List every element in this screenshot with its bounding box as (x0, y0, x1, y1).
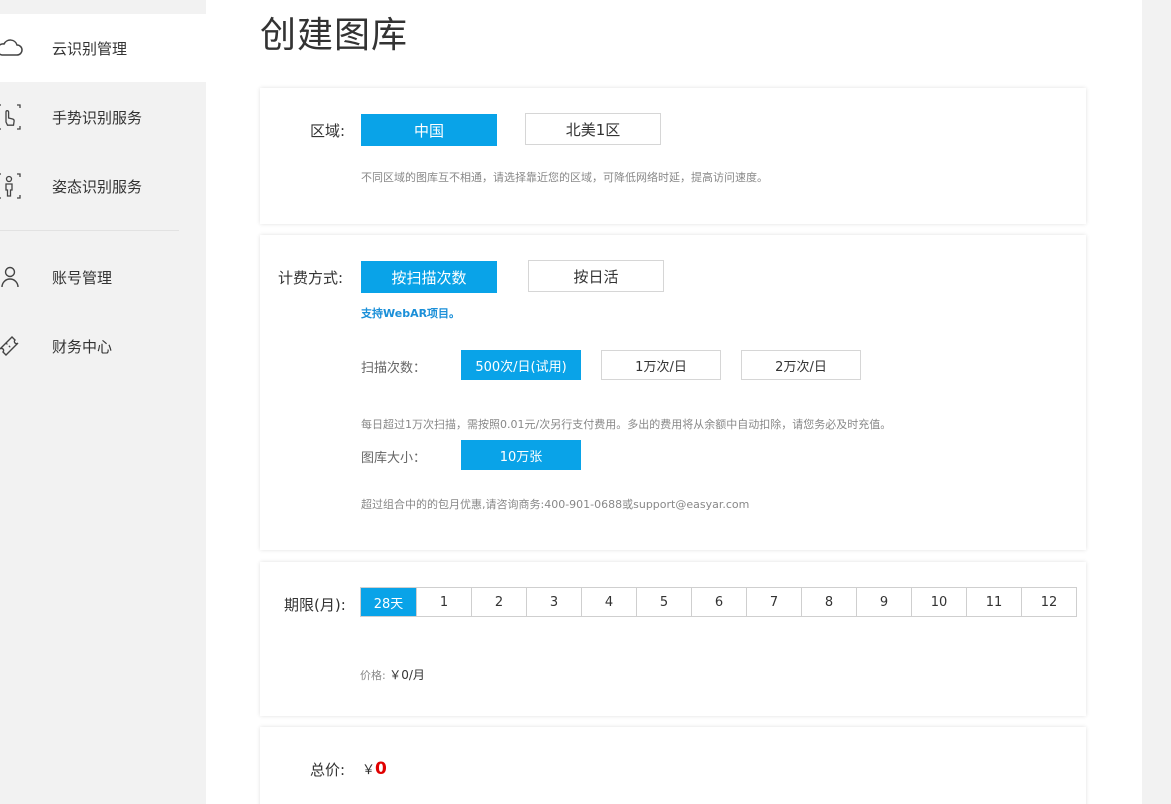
total-currency: ￥ (362, 763, 376, 778)
scan-option-500[interactable]: 500次/日(试用) (461, 350, 581, 380)
period-card: 期限(月): 28天 1 2 3 4 5 6 7 8 9 10 11 12 价格… (260, 562, 1086, 716)
price: 价格: ￥0/月 (360, 666, 425, 683)
period-label: 期限(月): (284, 596, 346, 614)
sidebar-item-gesture[interactable]: 手势识别服务 (0, 83, 206, 151)
webar-hint: 支持WebAR项目。 (361, 307, 461, 320)
period-option[interactable]: 2 (471, 588, 526, 616)
main-content: 创建图库 区域: 中国 北美1区 不同区域的图库互不相通，请选择靠近您的区域，可… (206, 0, 1142, 804)
sidebar-item-pose[interactable]: 姿态识别服务 (0, 152, 206, 220)
region-option-china[interactable]: 中国 (361, 114, 497, 146)
billing-option-scan[interactable]: 按扫描次数 (361, 261, 497, 293)
period-option[interactable]: 5 (636, 588, 691, 616)
region-label: 区域: (310, 122, 346, 140)
gallery-size-option[interactable]: 10万张 (461, 440, 581, 470)
region-option-na1[interactable]: 北美1区 (525, 113, 661, 145)
sidebar-divider (0, 230, 179, 231)
total-card: 总价: ￥0 (260, 727, 1086, 804)
period-option[interactable]: 6 (691, 588, 746, 616)
scan-hint: 每日超过1万次扫描，需按照0.01元/次另行支付费用。多出的费用将从余额中自动扣… (361, 418, 892, 431)
period-option[interactable]: 4 (581, 588, 636, 616)
scan-option-20k[interactable]: 2万次/日 (741, 350, 861, 380)
period-option[interactable]: 9 (856, 588, 911, 616)
gallery-size-label: 图库大小： (361, 451, 427, 466)
period-option[interactable]: 12 (1021, 588, 1076, 616)
sidebar-item-label: 手势识别服务 (52, 108, 143, 127)
user-icon (0, 262, 24, 292)
total-price: ￥0 (362, 759, 387, 779)
ticket-icon (0, 331, 24, 361)
sidebar-item-label: 云识别管理 (52, 39, 128, 58)
period-option[interactable]: 3 (526, 588, 581, 616)
page-title: 创建图库 (260, 15, 409, 56)
contact-hint: 超过组合中的的包月优惠,请咨询商务:400-901-0688或support@e… (361, 498, 750, 511)
period-option[interactable]: 1 (416, 588, 471, 616)
period-option[interactable]: 11 (966, 588, 1021, 616)
total-label: 总价: (310, 761, 346, 779)
sidebar-item-finance[interactable]: 财务中心 (0, 312, 206, 380)
sidebar-item-account[interactable]: 账号管理 (0, 243, 206, 311)
sidebar-item-label: 账号管理 (52, 268, 113, 287)
sidebar-item-label: 财务中心 (52, 337, 113, 356)
period-option[interactable]: 8 (801, 588, 856, 616)
cloud-icon (0, 33, 24, 63)
region-hint: 不同区域的图库互不相通，请选择靠近您的区域，可降低网络时延，提高访问速度。 (361, 171, 768, 184)
sidebar-item-label: 姿态识别服务 (52, 177, 143, 196)
period-selector: 28天 1 2 3 4 5 6 7 8 9 10 11 12 (360, 587, 1077, 617)
period-option[interactable]: 7 (746, 588, 801, 616)
scan-count-label: 扫描次数： (361, 361, 427, 376)
sidebar: 云识别管理 手势识别服务 姿态识别服务 账号管理 财务中心 (0, 0, 206, 804)
billing-label: 计费方式: (278, 269, 344, 287)
billing-card: 计费方式: 按扫描次数 按日活 支持WebAR项目。 扫描次数： 500次/日(… (260, 235, 1086, 550)
period-option[interactable]: 28天 (361, 588, 416, 616)
region-card: 区域: 中国 北美1区 不同区域的图库互不相通，请选择靠近您的区域，可降低网络时… (260, 88, 1086, 224)
scan-option-10k[interactable]: 1万次/日 (601, 350, 721, 380)
price-value: ￥0/月 (389, 668, 425, 682)
sidebar-item-cloud-recognition[interactable]: 云识别管理 (0, 14, 206, 82)
period-option[interactable]: 10 (911, 588, 966, 616)
hand-gesture-icon (0, 102, 24, 132)
price-label: 价格: (360, 669, 386, 682)
total-value: 0 (375, 759, 387, 779)
body-pose-icon (0, 171, 24, 201)
billing-option-dau[interactable]: 按日活 (528, 260, 664, 292)
right-gutter (1142, 0, 1171, 804)
